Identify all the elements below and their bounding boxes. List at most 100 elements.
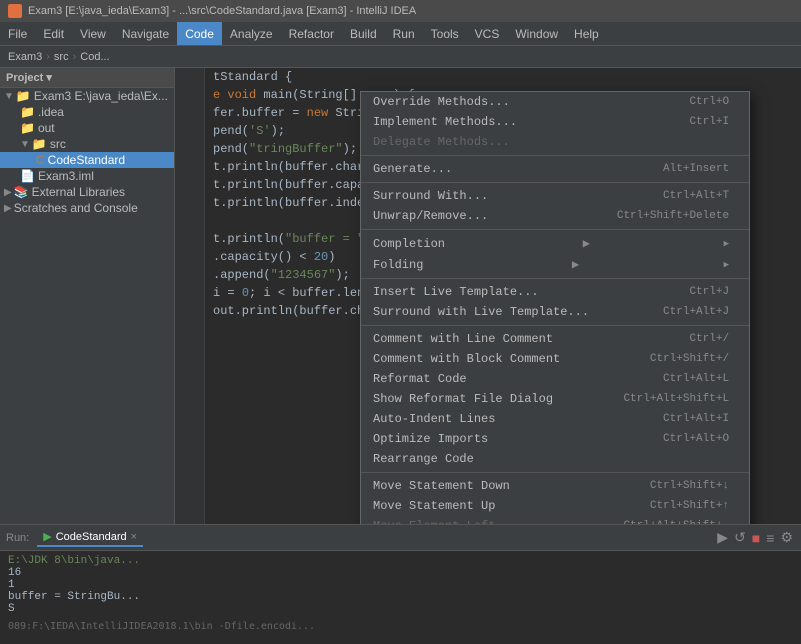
menu-build[interactable]: Build [342, 22, 385, 45]
menu-run[interactable]: Run [385, 22, 423, 45]
menu-rearrange-label: Rearrange Code [373, 452, 474, 466]
sidebar: Project ▾ ▼ 📁 Exam3 E:\java_ieda\Ex... 📁… [0, 68, 175, 524]
menu-unwrap[interactable]: Unwrap/Remove... Ctrl+Shift+Delete [361, 206, 749, 226]
menu-edit[interactable]: Edit [35, 22, 72, 45]
menu-reformat-label: Reformat Code [373, 372, 467, 386]
menu-completion[interactable]: Completion ▶ [361, 233, 749, 254]
menu-move-elem-left-shortcut: Ctrl+Alt+Shift+← [623, 520, 729, 524]
java-icon: C [36, 153, 45, 167]
breadcrumb-sep2: › [73, 51, 77, 63]
separator [361, 325, 749, 326]
expand-arrow: ▼ [20, 139, 30, 150]
run-settings-button[interactable]: ⚙ [778, 527, 795, 548]
folder-icon: 📁 [32, 137, 47, 151]
expand-arrow: ▶ [4, 203, 12, 214]
app-window: Exam3 [E:\java_ieda\Exam3] - ...\src\Cod… [0, 0, 801, 644]
title-bar: Exam3 [E:\java_ieda\Exam3] - ...\src\Cod… [0, 0, 801, 22]
sidebar-header: Project ▾ [0, 68, 174, 88]
menu-folding[interactable]: Folding ▶ [361, 254, 749, 275]
tree-label-src: src [50, 137, 66, 151]
menu-navigate[interactable]: Navigate [114, 22, 177, 45]
separator [361, 155, 749, 156]
folder-icon: 📁 [20, 105, 35, 119]
run-output-line: 1 [8, 579, 793, 591]
menu-implement[interactable]: Implement Methods... Ctrl+I [361, 112, 749, 132]
breadcrumb-src[interactable]: src [54, 51, 69, 63]
run-output: E:\JDK 8\bin\java... 16 1 buffer = Strin… [0, 551, 801, 619]
menu-analyze[interactable]: Analyze [222, 22, 281, 45]
menu-insert-live[interactable]: Insert Live Template... Ctrl+J [361, 282, 749, 302]
menu-window[interactable]: Window [507, 22, 566, 45]
menu-surround-shortcut: Ctrl+Alt+T [663, 190, 729, 202]
run-toolbar: ▶ ↺ ■ ≡ ⚙ [715, 527, 795, 548]
menu-comment-block-label: Comment with Block Comment [373, 352, 560, 366]
run-rerun-button[interactable]: ↺ [732, 527, 748, 548]
menu-vcs[interactable]: VCS [467, 22, 508, 45]
menu-generate[interactable]: Generate... Alt+Insert [361, 159, 749, 179]
tree-label-scratches: Scratches and Console [14, 201, 138, 215]
tree-src[interactable]: ▼ 📁 src [0, 136, 174, 152]
menu-show-reformat[interactable]: Show Reformat File Dialog Ctrl+Alt+Shift… [361, 389, 749, 409]
run-output-line: S [8, 603, 793, 615]
breadcrumb-exam3[interactable]: Exam3 [8, 51, 42, 63]
menu-implement-label: Implement Methods... [373, 115, 517, 129]
menu-move-up[interactable]: Move Statement Up Ctrl+Shift+↑ [361, 496, 749, 516]
menu-comment-block[interactable]: Comment with Block Comment Ctrl+Shift+/ [361, 349, 749, 369]
tree-ext-libs[interactable]: ▶ 📚 External Libraries [0, 184, 174, 200]
tree-exam3-root[interactable]: ▼ 📁 Exam3 E:\java_ieda\Ex... [0, 88, 174, 104]
file-icon: 📄 [20, 169, 35, 183]
menu-bar: File Edit View Navigate Code Analyze Ref… [0, 22, 801, 46]
menu-implement-shortcut: Ctrl+I [689, 116, 729, 128]
tree-exam3iml[interactable]: 📄 Exam3.iml [0, 168, 174, 184]
menu-rearrange[interactable]: Rearrange Code [361, 449, 749, 469]
menu-auto-indent-shortcut: Ctrl+Alt+I [663, 413, 729, 425]
folder-icon: 📁 [16, 89, 31, 103]
menu-move-down[interactable]: Move Statement Down Ctrl+Shift+↓ [361, 476, 749, 496]
menu-comment-line[interactable]: Comment with Line Comment Ctrl+/ [361, 329, 749, 349]
menu-surround[interactable]: Surround With... Ctrl+Alt+T [361, 186, 749, 206]
run-header: Run: ▶ CodeStandard × ▶ ↺ ■ ≡ ⚙ [0, 525, 801, 551]
tree-label-ext-libs: External Libraries [32, 185, 125, 199]
menu-surround-live[interactable]: Surround with Live Template... Ctrl+Alt+… [361, 302, 749, 322]
menu-move-down-label: Move Statement Down [373, 479, 510, 493]
breadcrumb-file[interactable]: Cod... [80, 51, 109, 63]
menu-reformat[interactable]: Reformat Code Ctrl+Alt+L [361, 369, 749, 389]
menu-generate-shortcut: Alt+Insert [663, 163, 729, 175]
menu-move-up-shortcut: Ctrl+Shift+↑ [650, 500, 729, 512]
run-tab-codestandard[interactable]: ▶ CodeStandard × [37, 528, 143, 547]
menu-folding-label: Folding [373, 258, 423, 272]
tree-codestandard[interactable]: C CodeStandard [0, 152, 174, 168]
window-title: Exam3 [E:\java_ieda\Exam3] - ...\src\Cod… [28, 5, 416, 17]
menu-refactor[interactable]: Refactor [281, 22, 342, 45]
tree-scratches[interactable]: ▶ Scratches and Console [0, 200, 174, 216]
submenu-arrow: ▶ [583, 236, 590, 251]
menu-optimize[interactable]: Optimize Imports Ctrl+Alt+O [361, 429, 749, 449]
menu-unwrap-label: Unwrap/Remove... [373, 209, 488, 223]
run-output-line: buffer = StringBu... [8, 591, 793, 603]
menu-help[interactable]: Help [566, 22, 607, 45]
menu-surround-live-label: Surround with Live Template... [373, 305, 589, 319]
run-scroll-button[interactable]: ≡ [764, 527, 776, 548]
run-stop-button[interactable]: ■ [750, 527, 762, 548]
menu-comment-line-label: Comment with Line Comment [373, 332, 553, 346]
menu-view[interactable]: View [72, 22, 114, 45]
menu-insert-live-label: Insert Live Template... [373, 285, 539, 299]
tree-label-exam3iml: Exam3.iml [38, 169, 94, 183]
menu-optimize-label: Optimize Imports [373, 432, 488, 446]
menu-show-reformat-shortcut: Ctrl+Alt+Shift+L [623, 393, 729, 405]
tree-idea[interactable]: 📁 .idea [0, 104, 174, 120]
menu-reformat-shortcut: Ctrl+Alt+L [663, 373, 729, 385]
menu-delegate-label: Delegate Methods... [373, 135, 510, 149]
menu-file[interactable]: File [0, 22, 35, 45]
menu-override[interactable]: Override Methods... Ctrl+O [361, 92, 749, 112]
tree-out[interactable]: 📁 out [0, 120, 174, 136]
menu-move-down-shortcut: Ctrl+Shift+↓ [650, 480, 729, 492]
menu-auto-indent[interactable]: Auto-Indent Lines Ctrl+Alt+I [361, 409, 749, 429]
menu-delegate: Delegate Methods... [361, 132, 749, 152]
menu-code[interactable]: Code [177, 22, 222, 45]
run-play-button[interactable]: ▶ [715, 527, 730, 548]
separator [361, 472, 749, 473]
close-run-tab[interactable]: × [131, 531, 137, 543]
menu-tools[interactable]: Tools [423, 22, 467, 45]
run-output-line: 16 [8, 567, 793, 579]
